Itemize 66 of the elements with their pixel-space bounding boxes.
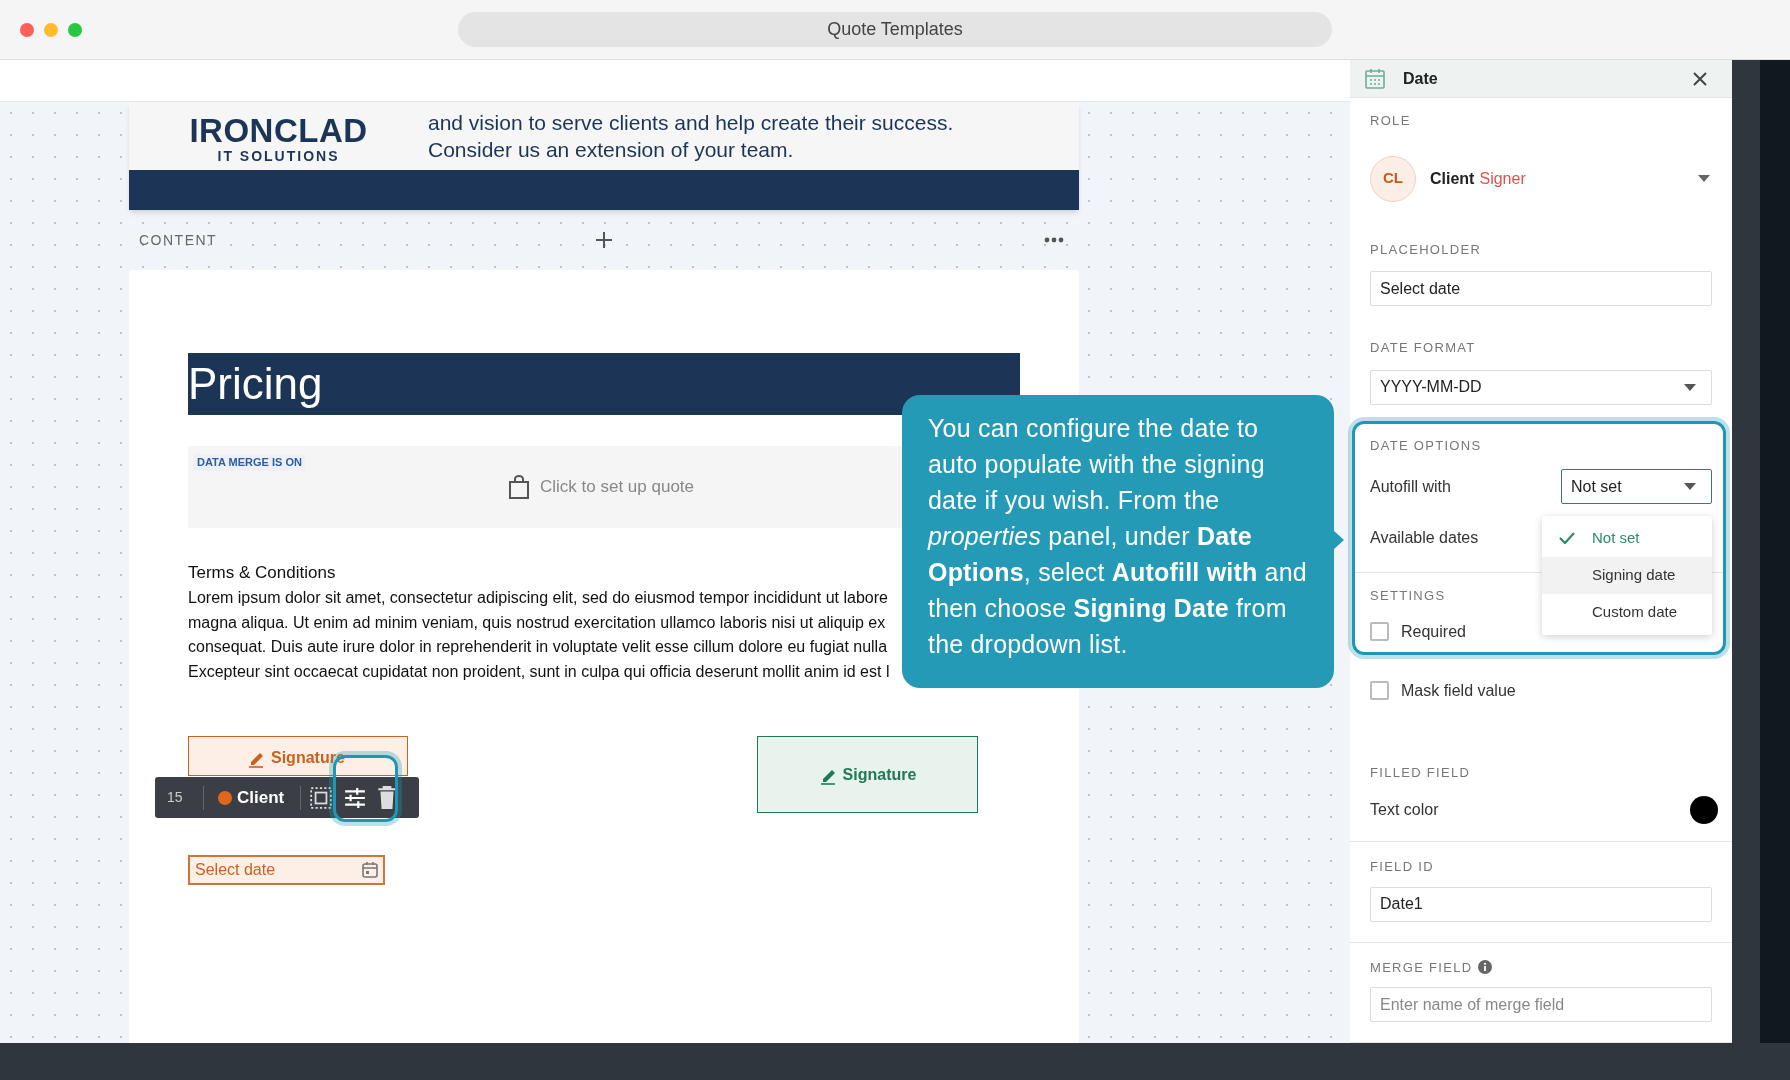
caret-icon [1684,383,1696,391]
section-label: DATE OPTIONS [1370,436,1483,455]
signature-field[interactable]: Signature [757,736,978,813]
sliders-icon[interactable] [344,786,367,809]
logo-subtitle: IT SOLUTIONS [217,148,340,164]
dropdown[interactable]: YYYY-MM-DD [1370,369,1712,405]
section-label: SETTINGS [1370,587,1446,605]
role-selector[interactable]: CL Client Signer [1370,155,1712,202]
checkbox[interactable] [1370,622,1389,641]
terms-title: Terms & Conditions [188,563,336,583]
logo-title: IRONCLAD [189,114,368,148]
date-field[interactable]: Select date [188,855,385,885]
signature-label: Signature [842,764,917,785]
calendar-icon [361,861,379,879]
caret-icon [1698,175,1710,182]
section-label: DATE FORMAT [1370,339,1477,357]
field-number: 15 [167,788,184,807]
terms-text: consequat. Duis aute irure dolor in reprehenderit in voluptate velit esse cillum dolore eu fugiat nulla [188,637,888,657]
section-heading: Pricing [188,359,323,409]
window-title: Quote Templates [458,12,1332,47]
shopping-bag-icon [508,475,530,499]
checkbox-label: Mask field value [1401,680,1516,701]
section-label: FIELD ID [1370,858,1435,876]
signature-field[interactable]: Signature [188,736,408,776]
info-icon [1478,960,1493,975]
field-label: Text color [1370,800,1439,820]
trash-icon[interactable] [377,785,398,810]
section-label: ROLE [1370,112,1412,130]
terms-text: magna aliqua. Ut enim ad minim veniam, quis nostrud exercitation ullamco laboris nisi ut aliquip ex [188,612,886,633]
panel-title: Date [1403,68,1438,89]
role-name: Client [1430,168,1475,189]
section-label: FILLED FIELD [1370,763,1472,782]
checkbox-label: Required [1401,621,1466,642]
close-window-icon[interactable] [20,23,34,37]
field-label: Available dates [1370,528,1479,548]
menu-item[interactable]: Not set [1542,519,1712,557]
add-icon[interactable] [594,230,614,250]
terms-text: Excepteur sint occaecat cupidatat non proident, sunt in culpa qui officia deserunt mollit anim id est l [188,661,890,682]
instruction-tooltip: You can configure the date to auto populate with the signing date if you wish. From the properties panel, under Date Options, select Autofill with and then choose Signing Date from the dropdown list. [902,395,1334,688]
field-label: Autofill with [1370,476,1451,497]
close-icon[interactable] [1692,70,1708,87]
tagline-text: and vision to serve clients and help create their success. [428,110,954,136]
input-field[interactable]: Select date [1370,271,1712,306]
more-icon[interactable] [1044,237,1064,243]
terms-text: Lorem ipsum dolor sit amet, consectetur adipiscing elit, sed do eiusmod tempor incididunt ut labore [188,588,888,608]
data-merge-badge: DATA MERGE IS ON [194,454,305,471]
role-avatar: CL [1370,155,1416,202]
section-label: MERGE FIELD [1370,958,1473,977]
menu-item[interactable]: Signing date [1542,556,1712,594]
signature-label: Signature [271,748,345,768]
tagline-text: Consider us an extension of your team. [428,137,795,163]
menu-item[interactable]: Custom date [1542,593,1712,631]
section-label: PLACEHOLDER [1370,240,1483,259]
role-type: Signer [1479,168,1526,189]
section-label: CONTENT [139,230,218,250]
checkbox[interactable] [1370,681,1389,700]
caret-icon [1684,483,1696,490]
check-icon [1559,531,1575,544]
input-field[interactable]: Date1 [1370,886,1712,922]
calendar-icon [1364,67,1386,90]
autofill-dropdown[interactable]: Not set [1561,469,1712,504]
tooltip-arrow [1334,531,1344,549]
color-swatch[interactable] [1690,796,1718,824]
role-name: Client [237,786,285,809]
select-area-icon[interactable] [309,785,334,810]
input-field[interactable]: Enter name of merge field [1370,987,1712,1022]
